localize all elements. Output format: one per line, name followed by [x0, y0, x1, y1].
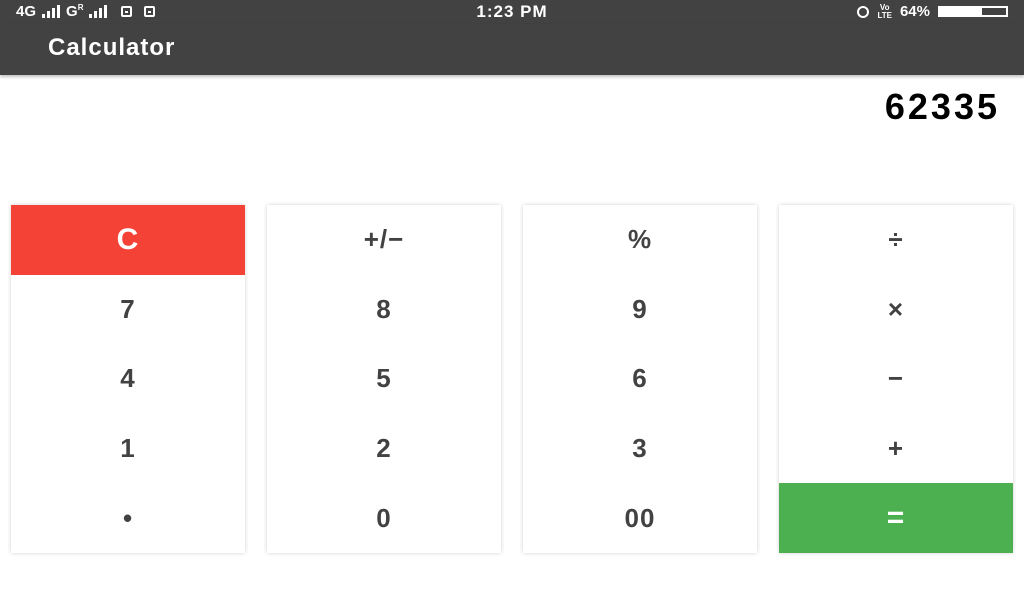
keypad: C 7 4 1 • +/− 8 5 2 0 % 9 6 3 00 ÷ × − +… — [0, 205, 1024, 553]
calculator-display: 62335 — [884, 86, 1000, 127]
equals-button[interactable]: = — [779, 483, 1013, 553]
digit-8-button[interactable]: 8 — [267, 275, 501, 345]
digit-4-button[interactable]: 4 — [11, 344, 245, 414]
digit-6-button[interactable]: 6 — [523, 344, 757, 414]
digit-1-button[interactable]: 1 — [11, 414, 245, 484]
divide-button[interactable]: ÷ — [779, 205, 1013, 275]
keypad-column-3: % 9 6 3 00 — [523, 205, 757, 553]
digit-5-button[interactable]: 5 — [267, 344, 501, 414]
clear-button[interactable]: C — [11, 205, 245, 275]
digit-0-button[interactable]: 0 — [267, 483, 501, 553]
battery-fill — [940, 8, 983, 15]
status-right: Vo LTE 64% — [857, 3, 1008, 20]
app-bar: Calculator — [0, 24, 1024, 75]
keypad-column-1: C 7 4 1 • — [11, 205, 245, 553]
digit-2-button[interactable]: 2 — [267, 414, 501, 484]
app-title: Calculator — [48, 34, 176, 61]
keypad-column-4: ÷ × − + = — [779, 205, 1013, 553]
double-zero-button[interactable]: 00 — [523, 483, 757, 553]
percent-button[interactable]: % — [523, 205, 757, 275]
volte-indicator: Vo LTE — [877, 2, 892, 20]
status-bar: 4G GR 1:23 PM Vo LTE 64% — [0, 0, 1024, 24]
toggle-sign-button[interactable]: +/− — [267, 205, 501, 275]
decimal-point-button[interactable]: • — [11, 483, 245, 553]
subtract-button[interactable]: − — [779, 344, 1013, 414]
multiply-button[interactable]: × — [779, 275, 1013, 345]
battery-icon — [938, 6, 1008, 17]
battery-percent: 64% — [899, 3, 930, 20]
keypad-column-2: +/− 8 5 2 0 — [267, 205, 501, 553]
alarm-clock-icon — [857, 5, 870, 18]
digit-3-button[interactable]: 3 — [523, 414, 757, 484]
digit-7-button[interactable]: 7 — [11, 275, 245, 345]
digit-9-button[interactable]: 9 — [523, 275, 757, 345]
add-button[interactable]: + — [779, 414, 1013, 484]
